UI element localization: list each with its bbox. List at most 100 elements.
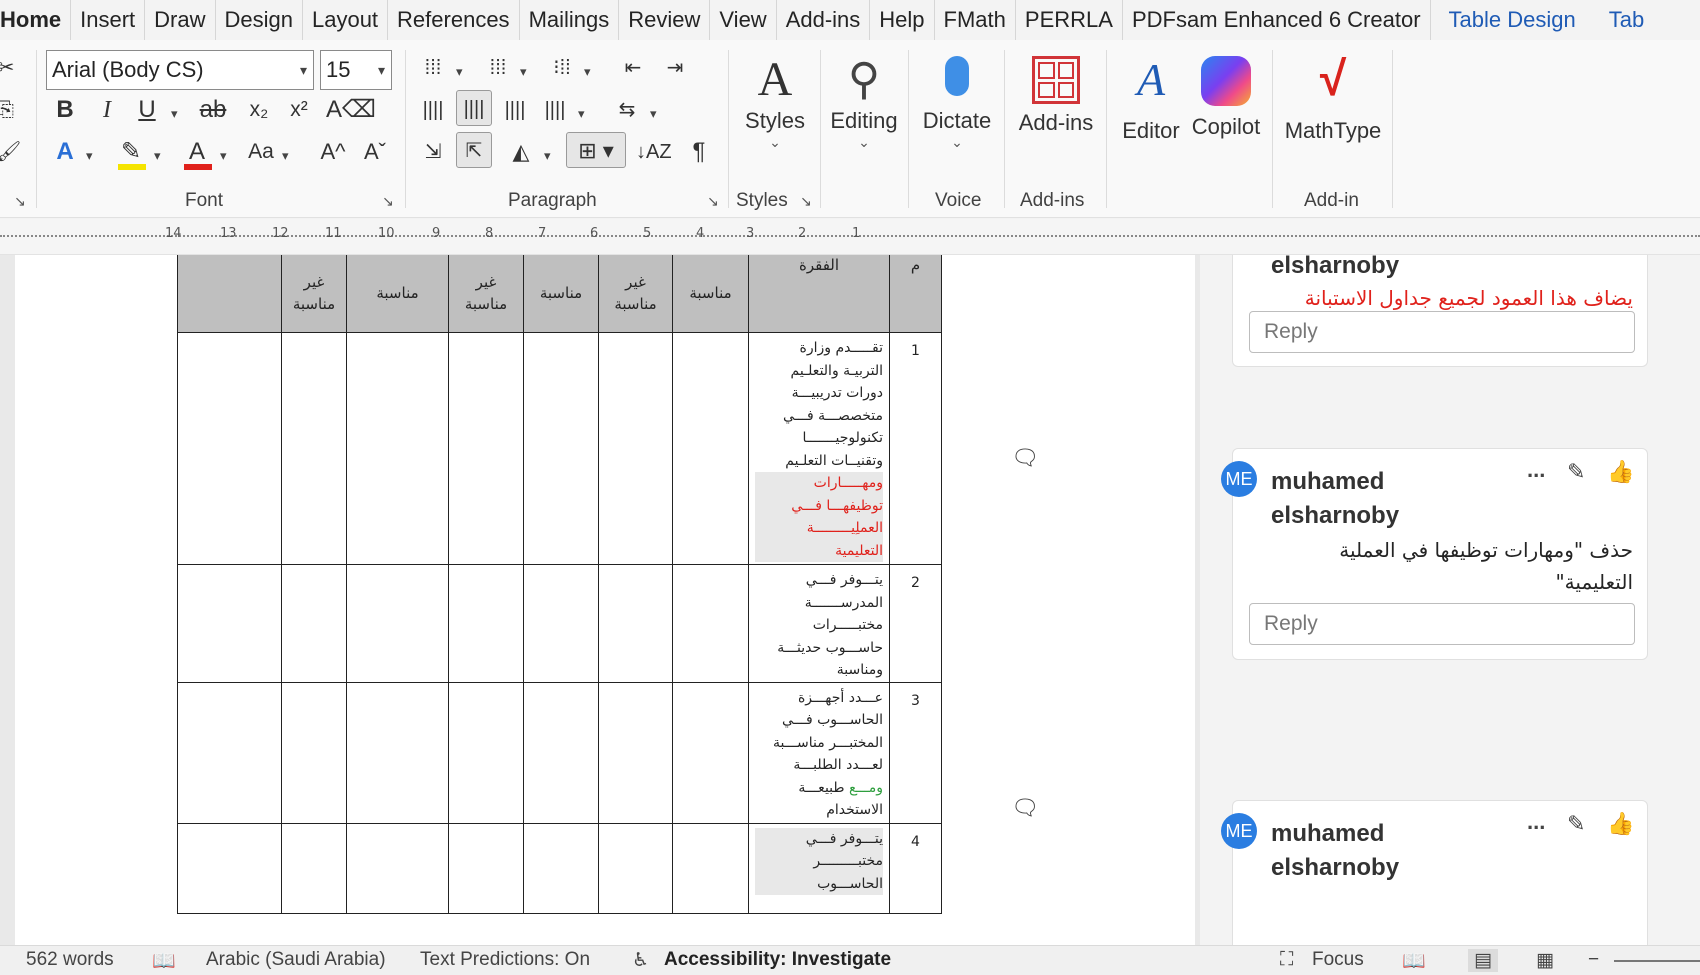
format-painter-icon[interactable]: 🖌 [0, 134, 21, 170]
table-cell[interactable] [346, 564, 449, 683]
sort-icon[interactable]: ↓AZ [636, 134, 672, 170]
item-cell[interactable]: يتـــوفر فـــي المدرســـــــة مختبـــــر… [748, 564, 890, 683]
tab-table-design[interactable]: Table Design [1431, 0, 1585, 40]
styles-button[interactable]: A Styles ⌄ [742, 52, 808, 151]
font-size-select[interactable]: 15 ▾ [320, 50, 392, 90]
table-cell[interactable] [672, 681, 749, 824]
italic-button[interactable]: I [94, 92, 120, 128]
table-cell[interactable] [346, 332, 449, 565]
grow-font-button[interactable]: A^ [318, 134, 348, 170]
reply-input[interactable]: Reply [1249, 603, 1635, 645]
clipboard-launcher-icon[interactable]: ↘ [14, 193, 26, 210]
strikethrough-button[interactable]: ab [196, 92, 230, 128]
chevron-down-icon[interactable]: ▾ [520, 64, 527, 80]
table-cell[interactable] [281, 681, 347, 824]
table-cell[interactable] [448, 681, 524, 824]
chevron-down-icon[interactable]: ▾ [86, 148, 93, 164]
zoom-slider[interactable] [1614, 960, 1700, 962]
proofing-book-icon[interactable]: 📖 [152, 949, 176, 973]
accessibility-icon[interactable]: ♿ [632, 949, 649, 972]
table-cell[interactable] [448, 564, 524, 683]
table-cell[interactable] [177, 681, 282, 824]
table-cell[interactable] [281, 332, 347, 565]
table-cell[interactable] [598, 332, 673, 565]
table-cell[interactable] [672, 822, 749, 914]
tab-addins[interactable]: Add-ins [777, 0, 871, 40]
tab-fmath[interactable]: FMath [935, 0, 1016, 40]
paragraph-launcher-icon[interactable]: ↘ [707, 193, 719, 210]
comment-card[interactable]: ME muhamed elsharnoby ... ✎ 👍 [1221, 800, 1648, 945]
font-color-button[interactable]: A [182, 134, 212, 170]
shading-icon[interactable]: ◭ [504, 134, 538, 170]
justify-icon[interactable]: |||| [540, 92, 570, 128]
highlight-color-button[interactable]: ✎ [116, 134, 146, 170]
edit-pencil-icon[interactable]: ✎ [1567, 811, 1585, 837]
read-mode-icon[interactable]: 📖 [1402, 949, 1426, 973]
text-direction-icon[interactable]: ⇆ [610, 92, 644, 128]
tab-review[interactable]: Review [619, 0, 711, 40]
tab-perrla[interactable]: PERRLA [1016, 0, 1123, 40]
font-launcher-icon[interactable]: ↘ [382, 193, 394, 210]
superscript-button[interactable]: x² [284, 92, 314, 128]
show-marks-icon[interactable]: ¶ [684, 134, 714, 170]
table-cell[interactable] [346, 681, 449, 824]
chevron-down-icon[interactable]: ▾ [578, 106, 585, 122]
copilot-button[interactable]: Copilot [1188, 52, 1264, 140]
tab-layout[interactable]: Layout [303, 0, 389, 40]
table-cell[interactable] [177, 332, 282, 565]
table-cell[interactable] [523, 564, 599, 683]
table-cell[interactable] [598, 822, 673, 914]
addins-button[interactable]: Add-ins [1014, 52, 1098, 136]
rtl-icon[interactable]: ⇱ [456, 132, 492, 168]
tab-design[interactable]: Design [216, 0, 303, 40]
underline-button[interactable]: U [134, 92, 160, 128]
bullets-icon[interactable]: ⁞⁞⁞ [418, 50, 448, 86]
item-cell[interactable]: تقـــــدم وزارة التربيـة والتعلـيم دورات… [748, 332, 890, 565]
comment-card[interactable]: elsharnoby يضاف هذا العمود لجميع جداول ا… [1232, 255, 1648, 367]
chevron-down-icon[interactable]: ▾ [650, 106, 657, 122]
comment-marker-icon[interactable]: 🗨 [1011, 795, 1039, 821]
table-cell[interactable] [281, 564, 347, 683]
decrease-indent-icon[interactable]: ⇤ [618, 50, 648, 86]
focus-mode-button[interactable]: Focus [1312, 949, 1364, 971]
bold-button[interactable]: B [52, 92, 78, 128]
tab-view[interactable]: View [710, 0, 777, 40]
shrink-font-button[interactable]: Aˇ [360, 134, 390, 170]
align-right-icon[interactable]: |||| [500, 92, 530, 128]
chevron-down-icon[interactable]: ▾ [154, 148, 161, 164]
accessibility-status[interactable]: Accessibility: Investigate [664, 949, 891, 971]
chevron-down-icon[interactable]: ▾ [171, 106, 178, 122]
table-cell[interactable] [523, 332, 599, 565]
styles-launcher-icon[interactable]: ↘ [800, 193, 812, 210]
editor-button[interactable]: A Editor [1118, 52, 1184, 144]
font-name-select[interactable]: Arial (Body CS) ▾ [46, 50, 314, 90]
horizontal-ruler[interactable]: 14 13 12 11 10 9 8 7 6 5 4 3 2 1 [0, 219, 1700, 255]
print-layout-icon[interactable]: ▤ [1468, 949, 1498, 972]
comment-marker-icon[interactable]: 🗨 [1011, 445, 1039, 471]
numbering-icon[interactable]: ⁞⁞⁞ [482, 50, 514, 86]
tab-table-layout[interactable]: Tab [1585, 0, 1653, 40]
change-case-button[interactable]: Aa [246, 134, 276, 170]
text-effects-button[interactable]: A [52, 134, 78, 170]
chevron-down-icon[interactable]: ▾ [282, 148, 289, 164]
table-cell[interactable] [672, 332, 749, 565]
item-cell[interactable]: يتـــوفر فـــي مختبـــــــــر الحاســـوب [748, 822, 890, 914]
table-cell[interactable] [448, 332, 524, 565]
tab-draw[interactable]: Draw [145, 0, 216, 40]
word-count[interactable]: 562 words [26, 949, 114, 971]
cut-icon[interactable]: ✂ [0, 50, 16, 86]
chevron-down-icon[interactable]: ▾ [456, 64, 463, 80]
align-center-icon[interactable]: |||| [456, 90, 492, 126]
chevron-down-icon[interactable]: ▾ [584, 64, 591, 80]
editing-button[interactable]: ⚲ Editing ⌄ [828, 52, 900, 151]
web-layout-icon[interactable]: ▦ [1536, 949, 1554, 972]
align-left-icon[interactable]: |||| [418, 92, 448, 128]
copy-icon[interactable]: ⎘ [0, 92, 16, 128]
table-cell[interactable] [177, 822, 282, 914]
borders-icon[interactable]: ⊞ ▾ [566, 132, 626, 168]
table-cell[interactable] [281, 822, 347, 914]
tab-home[interactable]: Home [0, 0, 72, 40]
increase-indent-icon[interactable]: ⇥ [660, 50, 690, 86]
table-cell[interactable] [346, 822, 449, 914]
reply-input[interactable]: Reply [1249, 311, 1635, 353]
